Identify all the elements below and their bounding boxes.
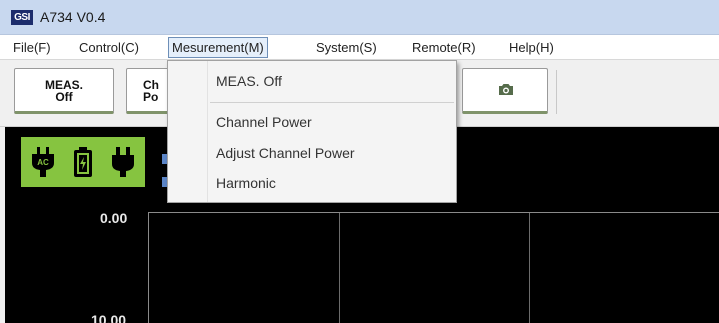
meas-off-button[interactable]: MEAS. Off [14, 68, 114, 114]
toolbar-separator [556, 70, 557, 114]
menu-measurement[interactable]: Mesurement(M) [168, 37, 268, 58]
menu-file[interactable]: File(F) [9, 37, 55, 58]
menu-system[interactable]: System(S) [312, 37, 381, 58]
svg-text:AC: AC [37, 158, 49, 167]
title-bar: GSI A734 V0.4 [0, 0, 719, 35]
menu-remote[interactable]: Remote(R) [408, 37, 480, 58]
grid-line [529, 213, 530, 323]
menu-item-channel-power[interactable]: Channel Power [216, 114, 312, 130]
capture-button[interactable] [462, 68, 548, 114]
power-source-panel: AC [21, 137, 145, 187]
y-axis-label-bottom: 10.00 [91, 312, 127, 323]
menu-item-meas-off[interactable]: MEAS. Off [216, 73, 282, 89]
measurement-menu-dropdown: MEAS. Off Channel Power Adjust Channel P… [167, 60, 457, 203]
menu-separator [210, 102, 454, 103]
dc-plug-icon[interactable] [109, 147, 137, 177]
menu-help[interactable]: Help(H) [505, 37, 558, 58]
menu-bar: File(F) Control(C) Mesurement(M) System(… [0, 35, 719, 60]
ac-plug-icon[interactable]: AC [29, 147, 57, 177]
plot-area [148, 212, 719, 323]
menu-control[interactable]: Control(C) [75, 37, 143, 58]
grid-line [339, 213, 340, 323]
menu-item-harmonic[interactable]: Harmonic [216, 175, 276, 191]
camera-icon [499, 84, 513, 95]
meas-off-label: MEAS. Off [44, 78, 83, 104]
app-logo: GSI [11, 10, 33, 25]
menu-item-adjust-channel-power[interactable]: Adjust Channel Power [216, 145, 355, 161]
battery-icon[interactable] [69, 147, 97, 177]
y-axis-label-top: 0.00 [100, 210, 128, 226]
window-title: A734 V0.4 [40, 9, 106, 25]
menu-icon-gutter [168, 61, 208, 202]
